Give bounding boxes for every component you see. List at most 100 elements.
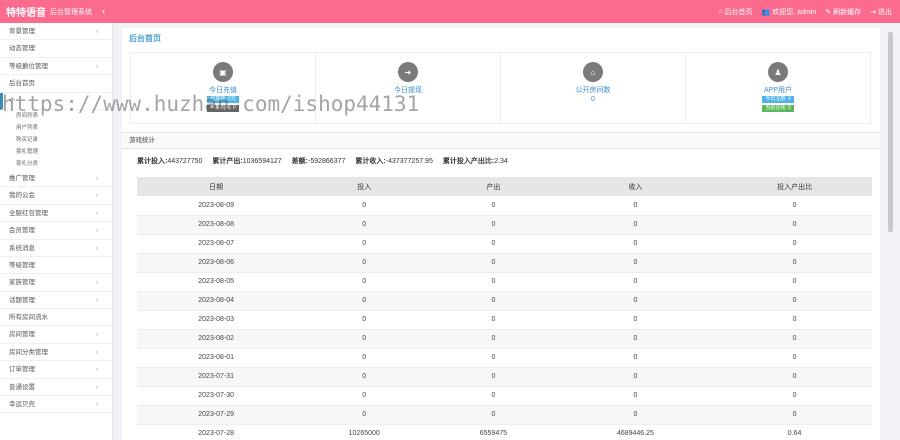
table-cell: 0 [717, 405, 872, 425]
column-header: 产出 [433, 177, 554, 196]
top-nav-item[interactable]: 👥 欢迎您, admin [762, 7, 817, 17]
chevron-right-icon: › [95, 244, 98, 252]
summary-label: 累计产出: [212, 158, 243, 165]
top-nav: ⌂ 后台首页 👥 欢迎您, admin ✎ 刷新缓存 ⇥ 退出 [718, 7, 900, 17]
stat-card[interactable]: ▣ 今日充值 代理商: 0元 苹果内购: 0 [131, 53, 315, 123]
scrollbar[interactable] [887, 30, 894, 436]
sidebar-item[interactable]: 等级管理 [0, 257, 112, 275]
table-cell: 4689446.25 [553, 424, 718, 440]
table-cell: 2023-08-06 [137, 253, 296, 273]
sidebar-subitem[interactable]: 豪礼管理 [0, 146, 112, 158]
sidebar-item-label: 后台首页 [9, 80, 35, 88]
table-row: 2023-08-03 0 0 0 0 [137, 310, 872, 330]
sidebar-item[interactable]: 房间分类管理 › [0, 344, 112, 362]
sidebar-subitem[interactable]: 用户列表 [0, 122, 112, 134]
table-cell: 0 [553, 367, 718, 387]
sidebar-item[interactable]: 普通设置 › [0, 379, 112, 397]
sidebar-item[interactable]: 家族管理 › [0, 274, 112, 292]
top-nav-item[interactable]: ✎ 刷新缓存 [825, 7, 861, 17]
refresh-icon: ✎ [825, 8, 832, 16]
sidebar-item[interactable]: 话题管理 › [0, 292, 112, 310]
sidebar-item-label: 幸运贝壳 [9, 401, 35, 409]
sidebar-item-label: 我的公会 [9, 192, 35, 200]
chevron-right-icon: › [95, 62, 98, 70]
collapse-sidebar-icon[interactable]: ‹ [102, 6, 105, 17]
sidebar-item[interactable]: 我的公会 › [0, 187, 112, 205]
table-cell: 0 [295, 329, 434, 349]
sidebar-item-label: 系统消息 [9, 244, 35, 252]
sidebar-item-label: 普通设置 [9, 383, 35, 391]
table-cell: 0 [553, 310, 718, 330]
top-nav-item[interactable]: ⇥ 退出 [870, 7, 892, 17]
brand-subtitle: 后台管理系统 [50, 8, 92, 16]
table-cell: 0 [433, 310, 554, 330]
sidebar-item[interactable]: 动态管理 [0, 40, 112, 58]
sidebar: 背景管理 › 动态管理等级爵位管理 › 后台首页个房间列表 用户列表 购买记录 豪礼管理 豪礼分… [0, 23, 113, 440]
table-cell: 10265000 [295, 424, 434, 440]
chevron-right-icon: › [95, 279, 98, 287]
sidebar-item[interactable]: 等级爵位管理 › [0, 58, 112, 76]
sidebar-item[interactable]: 背景管理 › [0, 23, 112, 41]
table-cell: 2023-08-02 [137, 329, 296, 349]
sidebar-item[interactable]: 后台首页 [0, 75, 112, 93]
sidebar-item-label: 推广管理 [9, 174, 35, 182]
stat-card[interactable]: ➜ 今日提现 [315, 53, 500, 123]
sidebar-subitem[interactable]: 豪礼分类 [0, 158, 112, 170]
logout-icon: ⇥ [870, 8, 876, 16]
table-cell: 2023-08-01 [137, 348, 296, 368]
summary-value: -437377257.95 [385, 158, 433, 165]
sidebar-item-label: 订单管理 [9, 366, 35, 374]
sidebar-item[interactable]: 幸运贝壳 › [0, 396, 112, 414]
sidebar-item[interactable]: 推广管理 › [0, 170, 112, 188]
sidebar-item[interactable]: 全服红包管理 › [0, 205, 112, 223]
stat-card-badges: 代理商: 0元 苹果内购: 0 [131, 96, 315, 112]
summary-item: 累计产出:1036594127 [212, 156, 281, 166]
table-cell: 0 [553, 196, 718, 216]
table-cell: 2023-08-09 [137, 196, 296, 216]
sidebar-item-label: 等级爵位管理 [9, 62, 48, 70]
sidebar-item-label: 动态管理 [9, 45, 35, 53]
table-row: 2023-08-05 0 0 0 0 [137, 272, 872, 292]
table-row: 2023-08-04 0 0 0 0 [137, 291, 872, 311]
table-row: 2023-08-08 0 0 0 0 [137, 215, 872, 235]
table-cell: 0 [717, 386, 872, 406]
column-header: 投入 [295, 177, 434, 196]
sidebar-subitem[interactable]: 房间列表 [0, 110, 112, 122]
chevron-right-icon: › [95, 209, 98, 217]
sidebar-item[interactable]: 房间管理 › [0, 326, 112, 344]
summary-item: 累计投入:443727750 [137, 156, 202, 166]
sidebar-subitem[interactable]: 购买记录 [0, 134, 112, 146]
table-cell: 0 [553, 253, 718, 273]
sidebar-item[interactable]: 所有房间流水 [0, 309, 112, 327]
chevron-right-icon: › [95, 401, 98, 409]
sidebar-item-label: 全服红包管理 [9, 209, 48, 217]
table-cell: 0.64 [717, 424, 872, 440]
table-cell: 0 [433, 386, 554, 406]
chevron-right-icon: › [95, 296, 98, 304]
table-cell: 0 [433, 253, 554, 273]
home-icon: ⌂ [718, 8, 723, 15]
sidebar-item[interactable]: 会员管理 › [0, 222, 112, 240]
sidebar-item-label: 房间管理 [9, 331, 35, 339]
table-cell: 2023-07-30 [137, 386, 296, 406]
table-cell: 0 [553, 348, 718, 368]
sidebar-item-label: 家族管理 [9, 279, 35, 287]
table-cell: 2023-08-08 [137, 215, 296, 235]
stat-card[interactable]: ⌂ 公开房间数 0 [500, 53, 685, 123]
table-cell: 0 [433, 291, 554, 311]
top-nav-item[interactable]: ⌂ 后台首页 [718, 7, 752, 17]
sidebar-item[interactable]: 订单管理 › [0, 361, 112, 379]
top-nav-label: 刷新缓存 [833, 8, 862, 16]
table-header-row: 日期 投入 产出 收入 投入产出比 [137, 177, 872, 196]
sidebar-item[interactable]: 个 [0, 92, 112, 110]
table-row: 2023-08-09 0 0 0 0 [137, 196, 872, 216]
scrollbar-thumb[interactable] [888, 32, 893, 232]
table-row: 2023-07-30 0 0 0 0 [137, 386, 872, 406]
sidebar-item[interactable]: 系统消息 › [0, 240, 112, 257]
table-cell: 2023-07-29 [137, 405, 296, 425]
chevron-right-icon: › [95, 227, 98, 235]
stat-card[interactable]: ♟ APP用户 今日注册: 0 当前在线: 0 [685, 53, 870, 123]
table-cell: 0 [295, 367, 434, 387]
table-cell: 0 [553, 272, 718, 292]
table-cell: 0 [553, 405, 718, 425]
